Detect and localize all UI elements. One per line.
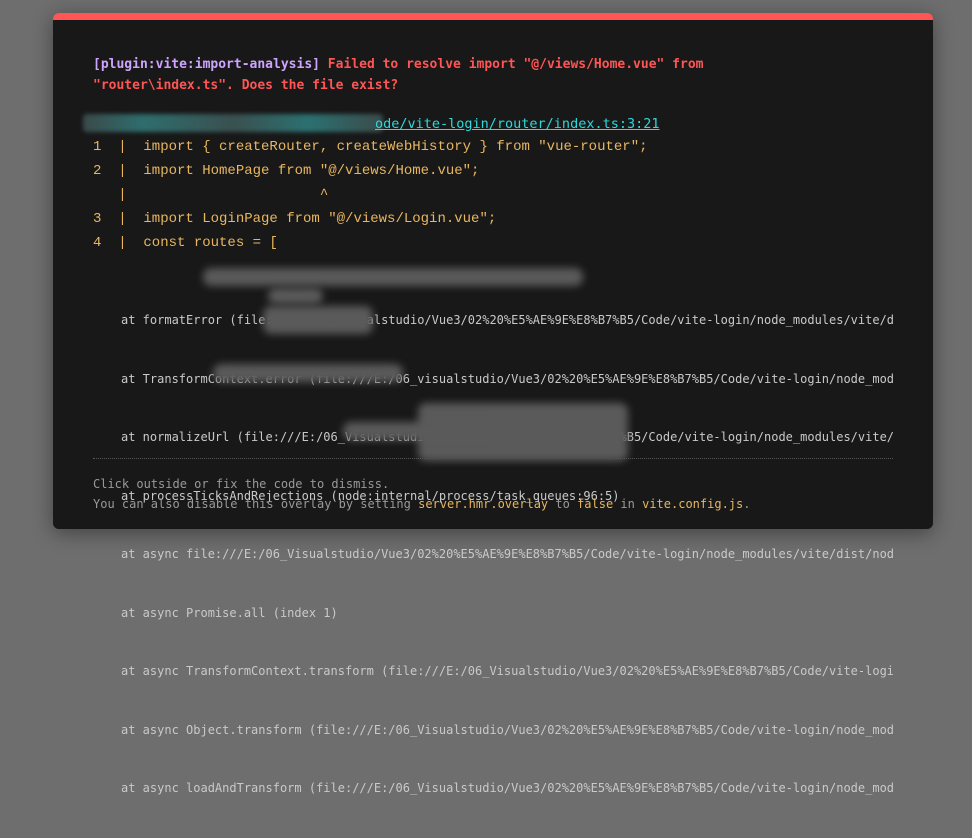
redaction	[203, 268, 583, 286]
tip-code: server.hmr.overlay	[418, 497, 549, 511]
stack-line[interactable]: at async loadAndTransform (file:///E:/06…	[121, 779, 893, 799]
tip-text: .	[743, 497, 751, 511]
tip-code: vite.config.js	[642, 497, 744, 511]
stack-line[interactable]: at formatError (file:///E:/06_Visualstud…	[121, 311, 893, 331]
tip-dismiss: Click outside or fix the code to dismiss…	[93, 477, 390, 491]
plugin-name: [plugin:vite:import-analysis]	[93, 57, 320, 72]
tip-text: to	[548, 497, 578, 511]
divider	[93, 458, 893, 459]
stack-trace: at formatError (file:///E:/06_Visualstud…	[121, 272, 893, 838]
redaction	[213, 364, 403, 382]
stack-line[interactable]: at async Object.transform (file:///E:/06…	[121, 721, 893, 741]
tip-code: false	[577, 497, 614, 511]
stack-line[interactable]: at async file:///E:/06_Visualstudio/Vue3…	[121, 545, 893, 565]
error-overlay-window: [plugin:vite:import-analysis] Failed to …	[53, 13, 933, 795]
error-file-link[interactable]: ode/vite-login/router/index.ts:3:21	[375, 116, 659, 132]
tip-disable: You can also disable this overlay by set…	[93, 494, 750, 514]
tip-text: in	[613, 497, 643, 511]
redaction	[268, 288, 323, 304]
redaction	[343, 422, 503, 440]
redacted-path	[83, 114, 383, 132]
stack-line[interactable]: at async TransformContext.transform (fil…	[121, 662, 893, 682]
error-message: [plugin:vite:import-analysis] Failed to …	[93, 54, 813, 96]
overlay-tip: Click outside or fix the code to dismiss…	[93, 474, 750, 514]
tip-text: You can also disable this overlay by set…	[93, 497, 419, 511]
redaction	[263, 306, 373, 334]
code-frame: 1 | import { createRouter, createWebHist…	[93, 139, 648, 251]
stack-line[interactable]: at async Promise.all (index 1)	[121, 604, 893, 624]
